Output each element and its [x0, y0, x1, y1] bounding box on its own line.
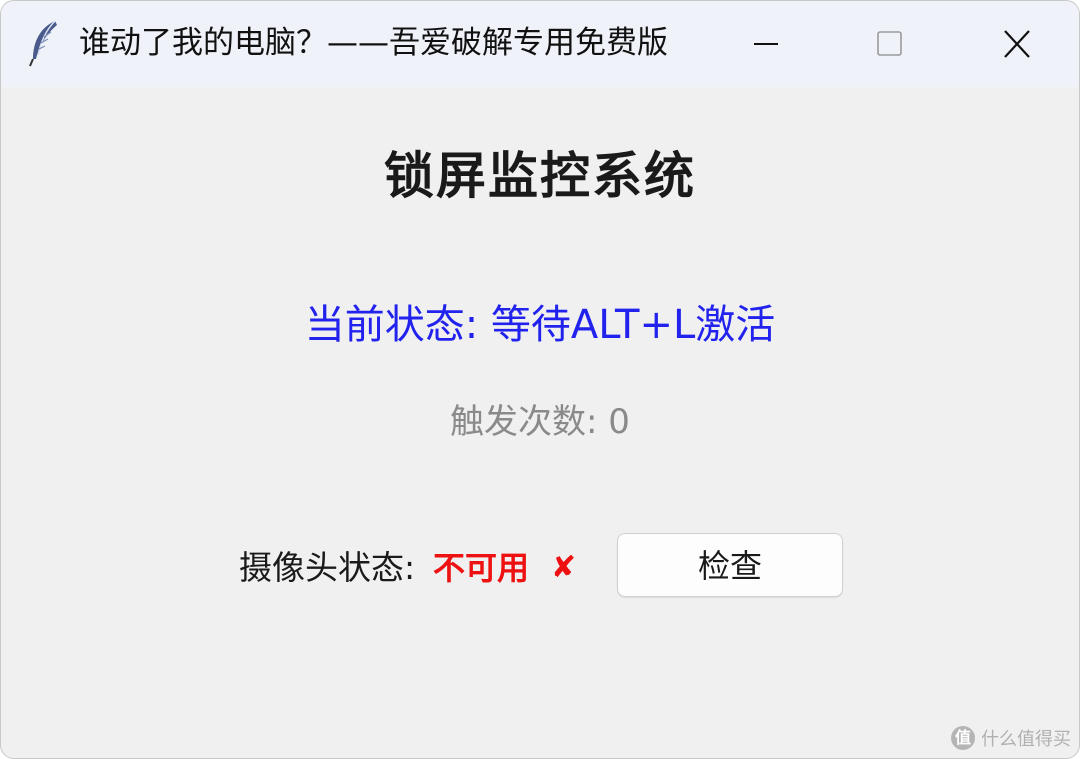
- close-button[interactable]: [971, 1, 1061, 87]
- maximize-button[interactable]: [844, 1, 934, 87]
- camera-status-label: 摄像头状态:: [239, 548, 416, 587]
- page-title: 锁屏监控系统: [384, 146, 696, 205]
- close-icon: [1004, 30, 1030, 58]
- title-bar[interactable]: 谁动了我的电脑？——吾爱破解专用免费版: [1, 1, 1079, 87]
- status-text: 当前状态: 等待ALT+L激活: [304, 302, 776, 348]
- watermark: 值 什么值得买: [951, 723, 1071, 753]
- feather-icon: [27, 19, 61, 67]
- minimize-icon: [754, 43, 778, 45]
- check-camera-button[interactable]: 检查: [617, 533, 843, 597]
- window-title: 谁动了我的电脑？——吾爱破解专用免费版: [79, 25, 668, 61]
- maximize-icon: [877, 31, 902, 56]
- watermark-logo-icon: 值: [951, 726, 975, 750]
- minimize-button[interactable]: [721, 1, 811, 87]
- watermark-text: 什么值得买: [981, 729, 1071, 750]
- app-window: 谁动了我的电脑？——吾爱破解专用免费版 锁屏监控系统 当前状态: 等待ALT+L…: [0, 0, 1080, 759]
- trigger-count-text: 触发次数: 0: [450, 402, 630, 442]
- camera-status-value: 不可用: [433, 549, 530, 587]
- cross-mark-icon: ✘: [551, 550, 577, 585]
